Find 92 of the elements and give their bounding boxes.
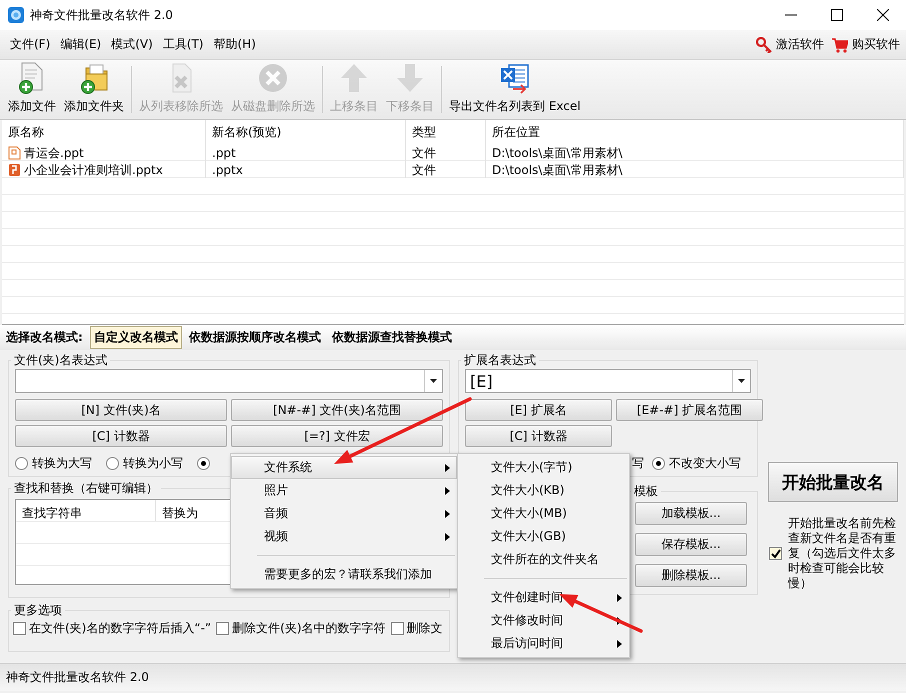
radio-label: 不改变大小写 — [669, 454, 741, 472]
column-header[interactable]: 所在位置 — [486, 120, 904, 144]
toolbar-button[interactable]: 添加文件夹 — [60, 60, 128, 119]
group-title: 查找和替换（右键可编辑） — [13, 480, 159, 497]
window-title: 神奇文件批量改名软件 2.0 — [30, 6, 174, 24]
menu-item[interactable]: 视频 — [231, 525, 457, 548]
checkbox[interactable] — [216, 622, 230, 635]
menu-item[interactable]: 文件所在的文件夹名 — [458, 548, 629, 571]
toolbar-button[interactable]: 导出文件名列表到 Excel — [445, 60, 585, 119]
macro-button[interactable]: [N#-#] 文件(夹)名范围 — [231, 399, 443, 421]
menu-item[interactable]: 需要更多的宏？请联系我们添加 — [231, 563, 457, 586]
table-cell: .pptx — [212, 163, 243, 177]
menu-item[interactable]: 文件大小(KB) — [458, 479, 629, 502]
checkbox[interactable] — [769, 547, 782, 560]
submenu-arrow-icon — [445, 510, 450, 518]
key-icon — [756, 36, 772, 52]
dropdown-field[interactable] — [15, 369, 443, 393]
cart-icon — [832, 36, 848, 52]
spreadsheet-icon — [498, 62, 531, 94]
macro-button[interactable]: [N] 文件(夹)名 — [15, 399, 227, 421]
menu-item[interactable]: 照片 — [231, 479, 457, 502]
radio-label: 转换为大写 — [32, 454, 92, 472]
mode-tab[interactable]: 依数据源按顺序改名模式 — [184, 326, 325, 349]
radio-label: 写 — [632, 454, 644, 472]
template-button[interactable]: 保存模板... — [635, 533, 747, 556]
submenu-arrow-icon — [617, 594, 622, 602]
mode-tab[interactable]: 自定义改名模式 — [90, 326, 182, 349]
submenu-arrow-icon — [445, 532, 450, 540]
table-cell: 小企业会计准则培训.pptx — [24, 162, 163, 178]
radio-label: 转换为小写 — [123, 454, 183, 472]
menu-link[interactable]: 购买软件 — [852, 36, 900, 53]
template-button[interactable]: 加载模板... — [635, 502, 747, 525]
checkbox-label: 在文件(夹)名的数字字符后插入“-” — [29, 620, 212, 637]
table-cell: 文件 — [412, 162, 436, 178]
column-header[interactable]: 类型 — [406, 120, 486, 144]
group-title: 模板 — [633, 483, 659, 500]
menu-item[interactable]: 文件(F) — [6, 36, 54, 53]
group-title: 文件(夹)名表达式 — [13, 352, 108, 369]
submenu-arrow-icon — [445, 464, 450, 472]
menu-item[interactable]: 编辑(E) — [56, 36, 106, 53]
radio-button[interactable] — [652, 456, 665, 470]
menu-item[interactable]: 文件系统 — [231, 456, 457, 479]
start-button[interactable]: 开始批量改名 — [768, 462, 898, 502]
radio-button[interactable] — [15, 456, 28, 470]
radio-button[interactable] — [197, 456, 210, 470]
macro-button[interactable]: [C] 计数器 — [15, 425, 227, 447]
checkbox-label: 开始批量改名前先检查新文件名是否有重复（勾选后文件太多时检查可能会比较慢） — [788, 516, 897, 591]
macro-button[interactable]: [=?] 文件宏 — [231, 425, 443, 447]
template-button[interactable]: 删除模板... — [635, 564, 747, 587]
mode-tab[interactable]: 依数据源查找替换模式 — [328, 326, 456, 349]
checkbox-label: 删除文 — [406, 620, 443, 637]
mode-label: 选择改名模式: — [6, 329, 83, 346]
checkbox-label: 删除文件(夹)名中的数字字符 — [232, 620, 386, 637]
caret-icon — [430, 379, 437, 383]
maximize-icon[interactable] — [831, 9, 843, 21]
radio-button[interactable] — [106, 456, 119, 470]
menu-item[interactable]: 文件大小(字节) — [458, 456, 629, 479]
macro-button[interactable]: [E#-#] 扩展名范围 — [616, 399, 763, 421]
table-cell: 青运会.ppt — [24, 144, 84, 162]
status-text: 神奇文件批量改名软件 2.0 — [6, 669, 149, 686]
macro-button[interactable]: [E] 扩展名 — [465, 399, 612, 421]
dropdown-field[interactable]: [E] — [465, 369, 751, 393]
column-header[interactable]: 查找字符串 — [16, 500, 156, 521]
menu-item[interactable]: 模式(V) — [107, 36, 157, 53]
menu-link[interactable]: 激活软件 — [776, 36, 824, 53]
checkbox[interactable] — [390, 622, 404, 635]
table-cell: 文件 — [412, 144, 436, 162]
table-cell: .ppt — [212, 146, 236, 160]
close-icon[interactable] — [877, 9, 889, 21]
table-cell: D:\tools\桌面\常用素材\ — [492, 144, 622, 162]
checkbox[interactable] — [13, 622, 26, 635]
presentation-icon — [8, 163, 21, 177]
group-title: 更多选项 — [13, 602, 63, 619]
toolbar-button[interactable]: 添加文件 — [4, 60, 60, 119]
menu-item[interactable]: 文件创建时间 — [458, 586, 629, 609]
macro-button[interactable]: [C] 计数器 — [465, 425, 612, 447]
caret-icon — [738, 379, 745, 383]
column-header[interactable]: 新名称(预览) — [206, 120, 406, 144]
table-cell: D:\tools\桌面\常用素材\ — [492, 162, 622, 178]
folder-plus-icon — [78, 62, 110, 94]
menu-item[interactable]: 文件大小(MB) — [458, 502, 629, 525]
app-icon — [8, 7, 24, 23]
menu-item[interactable]: 文件大小(GB) — [458, 525, 629, 548]
group-title: 扩展名表达式 — [463, 352, 537, 369]
check-icon — [770, 548, 780, 558]
menu-item[interactable]: 工具(T) — [158, 36, 208, 53]
menu-item[interactable]: 最后访问时间 — [458, 632, 629, 655]
menu-item[interactable]: 帮助(H) — [210, 36, 260, 53]
column-header[interactable]: 原名称 — [2, 120, 206, 144]
submenu-arrow-icon — [445, 486, 450, 494]
document-icon — [8, 146, 21, 160]
submenu-arrow-icon — [617, 640, 622, 648]
